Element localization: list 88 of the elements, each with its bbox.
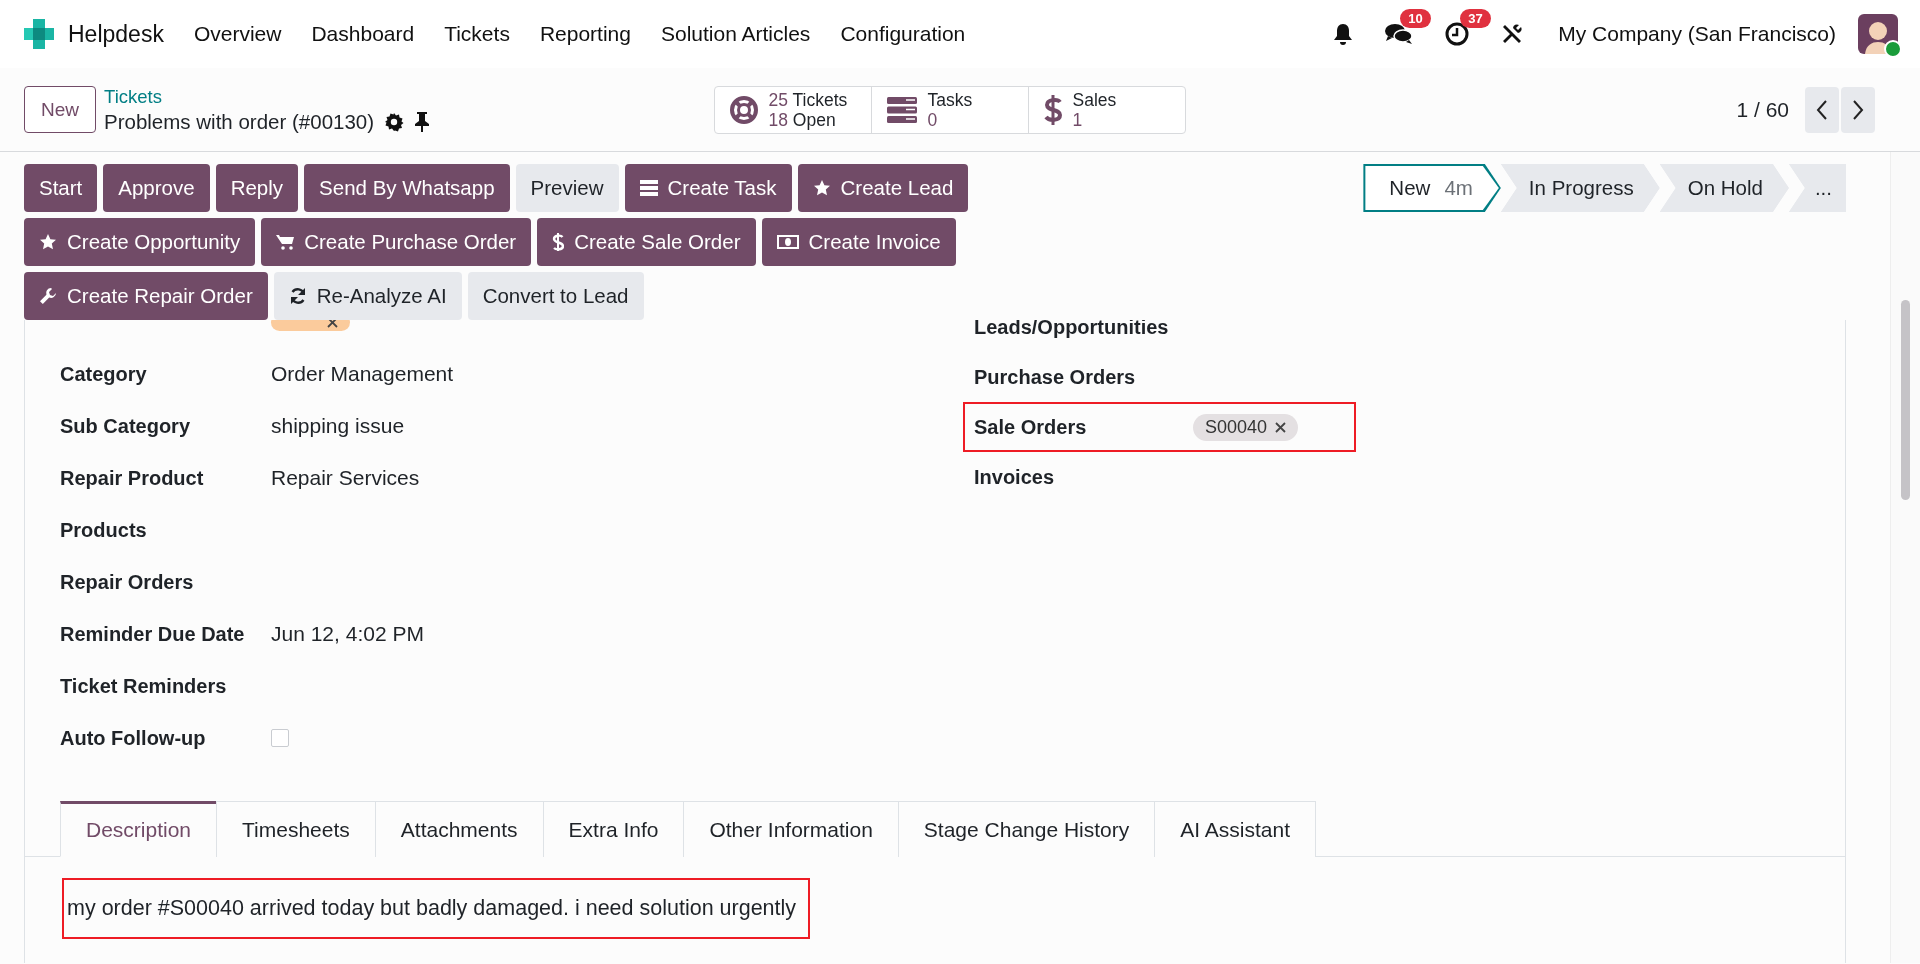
stat-text: 18 Open xyxy=(768,109,836,130)
cart-icon xyxy=(276,234,295,250)
field-value[interactable]: Jun 12, 4:02 PM xyxy=(271,622,424,646)
stat-text: Sales xyxy=(1072,89,1117,110)
banknote-icon xyxy=(776,235,799,249)
field-label: Repair Orders xyxy=(60,570,195,594)
smart-button[interactable]: 25 Tickets 18 Open xyxy=(714,86,872,133)
remove-icon[interactable] xyxy=(327,320,338,328)
field-label: Reminder Due Date xyxy=(60,622,246,646)
action-button[interactable]: Create Sale Order xyxy=(537,218,756,266)
action-button[interactable]: Create Invoice xyxy=(761,218,956,266)
pin-icon[interactable] xyxy=(414,110,431,133)
tab[interactable]: Other Information xyxy=(683,801,899,857)
tab[interactable]: Extra Info xyxy=(542,801,685,857)
field-label: Invoices xyxy=(974,465,1056,489)
lifebuoy-icon xyxy=(728,94,759,125)
tab[interactable]: Timesheets xyxy=(216,801,376,857)
menu-item[interactable]: Configuration xyxy=(840,22,966,46)
app-name[interactable]: Helpdesk xyxy=(68,20,164,48)
description-text[interactable]: my order #S00040 arrived today but badly damaged. i need solution urgently xyxy=(67,896,797,920)
stage-button[interactable]: New 4m xyxy=(1363,164,1501,212)
stat-text: 25 Tickets xyxy=(768,89,848,110)
action-button[interactable]: Create Task xyxy=(624,164,792,212)
breadcrumb-link[interactable]: Tickets xyxy=(104,85,431,108)
menu-item[interactable]: Reporting xyxy=(539,22,631,46)
field-label: Repair Product xyxy=(60,466,205,490)
action-button[interactable]: Approve xyxy=(103,164,210,212)
wrench-icon xyxy=(39,287,57,305)
tag-chip[interactable]: S00040 xyxy=(1193,413,1299,441)
checkbox[interactable] xyxy=(271,729,289,747)
chevron-left-icon xyxy=(1815,98,1829,121)
tasks-icon xyxy=(885,95,918,124)
star-icon xyxy=(812,179,831,197)
action-button[interactable]: Reply xyxy=(215,164,299,212)
action-button[interactable]: Send By Whatsapp xyxy=(304,164,510,212)
field-label: Purchase Orders xyxy=(974,365,1137,389)
dollar-icon xyxy=(1042,93,1063,126)
smart-button[interactable]: Tasks 0 xyxy=(871,86,1029,133)
tab[interactable]: Stage Change History xyxy=(897,801,1156,857)
smart-button[interactable]: Sales 1 xyxy=(1028,86,1185,133)
record-title: Problems with order (#00130) xyxy=(104,109,375,134)
action-button[interactable]: Create Repair Order xyxy=(24,272,268,320)
tasks-icon xyxy=(639,180,658,196)
company-switcher[interactable]: My Company (San Francisco) xyxy=(1558,22,1836,46)
field-label: Category xyxy=(60,362,148,386)
menu-item[interactable]: Dashboard xyxy=(311,22,415,46)
new-button[interactable]: New xyxy=(24,86,96,133)
action-button[interactable]: Create Opportunity xyxy=(24,218,256,266)
scrollbar-thumb[interactable] xyxy=(1901,300,1910,500)
field-value[interactable]: Order Management xyxy=(271,362,454,386)
tab[interactable]: Description xyxy=(60,801,218,857)
action-button[interactable]: Create Lead xyxy=(797,164,969,212)
field-label: Sale Orders xyxy=(974,415,1088,439)
stat-text: 1 xyxy=(1072,109,1083,130)
action-button[interactable]: Re-Analyze AI xyxy=(273,272,462,320)
dollar-icon xyxy=(552,232,565,252)
field-value[interactable]: shipping issue xyxy=(271,414,405,438)
refresh-icon xyxy=(288,287,307,305)
count-badge: 37 xyxy=(1460,9,1491,28)
bell-icon[interactable] xyxy=(1332,22,1355,46)
action-button[interactable]: Start xyxy=(24,164,98,212)
chevron-right-icon xyxy=(1851,98,1865,121)
chat-icon[interactable] xyxy=(1384,21,1415,47)
field-label: Sub Category xyxy=(60,414,192,438)
field-label: Products xyxy=(60,518,148,542)
menu-item[interactable]: Overview xyxy=(193,22,282,46)
count-badge: 10 xyxy=(1400,9,1431,28)
tab[interactable]: AI Assistant xyxy=(1154,801,1316,857)
star-icon xyxy=(39,233,57,251)
next-button[interactable] xyxy=(1841,86,1875,133)
stat-text: 0 xyxy=(927,109,938,130)
previous-button[interactable] xyxy=(1805,86,1839,133)
field-value[interactable]: Repair Services xyxy=(271,466,420,490)
field-label: Auto Follow-up xyxy=(60,726,207,750)
remove-icon[interactable] xyxy=(1275,421,1287,433)
gear-icon[interactable] xyxy=(384,111,405,132)
stat-text: Tasks xyxy=(927,89,973,110)
pager-counter: 1 / 60 xyxy=(1736,97,1789,122)
avatar-icon[interactable] xyxy=(1858,14,1898,54)
field-label: Ticket Reminders xyxy=(60,674,228,698)
action-button[interactable]: Convert to Lead xyxy=(467,272,644,320)
tab[interactable]: Attachments xyxy=(374,801,544,857)
logo-icon xyxy=(22,17,56,51)
menu-item[interactable]: Solution Articles xyxy=(660,22,811,46)
action-button[interactable]: Create Purchase Order xyxy=(261,218,532,266)
action-button[interactable]: Preview xyxy=(515,164,619,212)
clock-icon[interactable] xyxy=(1444,21,1471,47)
menu-item[interactable]: Tickets xyxy=(444,22,510,46)
